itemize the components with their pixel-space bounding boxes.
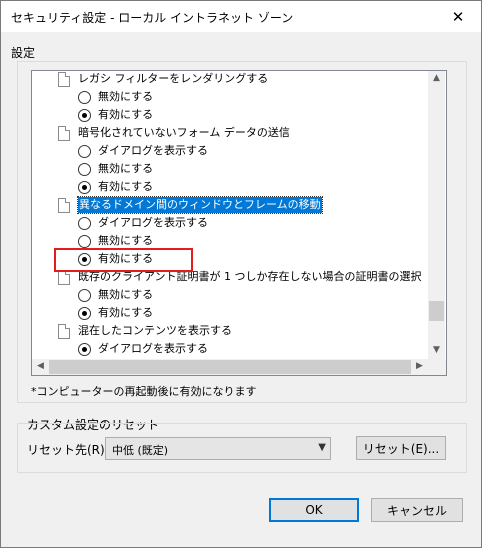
radio-button[interactable] (78, 91, 91, 104)
close-icon: ✕ (451, 7, 465, 26)
ok-button-label: OK (305, 503, 323, 517)
radio-button[interactable] (78, 181, 91, 194)
reset-button-label: リセット(E)... (362, 441, 440, 456)
setting-option[interactable]: ダイアログを表示する (32, 215, 432, 232)
radio-button[interactable] (78, 145, 91, 158)
setting-header-label: 混在したコンテンツを表示する (78, 324, 232, 337)
cancel-button[interactable]: キャンセル (371, 498, 463, 522)
reset-target-value: 中低 (既定) (112, 444, 169, 457)
settings-group-label: 設定 (11, 46, 36, 60)
radio-button[interactable] (78, 163, 91, 176)
setting-header-label: レガシ フィルターをレンダリングする (78, 72, 269, 85)
setting-option[interactable]: ダイアログを表示する (32, 143, 432, 160)
scroll-up-icon[interactable]: ▲ (428, 73, 445, 83)
document-icon (58, 270, 70, 285)
setting-option-label: 無効にする (98, 162, 154, 175)
document-icon (58, 324, 70, 339)
settings-tree[interactable]: レガシ フィルターをレンダリングする 無効にする 有効にする 暗号化されていないフォー… (31, 70, 447, 376)
title-bar: セキュリティ設定 - ローカル イントラネット ゾーン ✕ (1, 1, 481, 32)
setting-header: 暗号化されていないフォーム データの送信 (32, 125, 432, 142)
setting-header: 異なるドメイン間のウィンドウとフレームの移動 (32, 196, 432, 214)
document-icon (58, 72, 70, 87)
annotation-red-box (54, 248, 193, 272)
setting-option-label: 有効にする (98, 306, 154, 319)
radio-button[interactable] (78, 289, 91, 302)
reset-target-label: リセット先(R): (27, 443, 109, 457)
reset-button[interactable]: リセット(E)... (356, 436, 446, 460)
setting-option-label: 無効にする (98, 234, 154, 247)
scroll-right-icon[interactable]: ▶ (411, 361, 428, 371)
restart-note: *コンピューターの再起動後に有効になります (31, 385, 257, 398)
scroll-left-icon[interactable]: ◀ (32, 361, 49, 371)
setting-option-label: ダイアログを表示する (98, 342, 208, 355)
setting-header-label: 暗号化されていないフォーム データの送信 (78, 126, 290, 139)
setting-option-label: ダイアログを表示する (98, 216, 208, 229)
setting-option-label: 無効にする (98, 288, 154, 301)
scroll-down-icon[interactable]: ▼ (428, 345, 445, 355)
setting-header: レガシ フィルターをレンダリングする (32, 71, 432, 88)
document-icon (58, 126, 70, 141)
setting-option[interactable]: 有効にする (32, 179, 432, 196)
radio-button[interactable] (78, 307, 91, 320)
document-icon (58, 198, 70, 213)
horizontal-scrollbar[interactable]: ◀ ▶ (32, 359, 428, 375)
vertical-scroll-thumb[interactable] (429, 301, 444, 321)
radio-button[interactable] (78, 109, 91, 122)
setting-header-label: 異なるドメイン間のウィンドウとフレームの移動 (77, 196, 323, 214)
reset-target-select[interactable]: 中低 (既定) ▼ (105, 437, 331, 460)
radio-button[interactable] (78, 217, 91, 230)
setting-option[interactable]: 有効にする (32, 107, 432, 124)
cancel-button-label: キャンセル (386, 503, 447, 518)
setting-option-label: ダイアログを表示する (98, 144, 208, 157)
setting-option[interactable]: 有効にする (32, 305, 432, 322)
setting-option-label: 無効にする (98, 90, 154, 103)
setting-option[interactable]: 無効にする (32, 89, 432, 106)
radio-button[interactable] (78, 235, 91, 248)
setting-option-label: 有効にする (98, 180, 154, 193)
ok-button[interactable]: OK (269, 498, 359, 522)
close-button[interactable]: ✕ (435, 1, 481, 32)
radio-button[interactable] (78, 343, 91, 356)
dialog-window: セキュリティ設定 - ローカル イントラネット ゾーン ✕ 設定 レガシ フィル… (0, 0, 482, 548)
window-title: セキュリティ設定 - ローカル イントラネット ゾーン (11, 11, 294, 25)
setting-header: 混在したコンテンツを表示する (32, 323, 432, 340)
chevron-down-icon: ▼ (318, 442, 326, 453)
horizontal-scroll-thumb[interactable] (49, 360, 411, 374)
scroll-corner (428, 359, 446, 375)
setting-option[interactable]: 無効にする (32, 161, 432, 178)
setting-option[interactable]: 無効にする (32, 287, 432, 304)
vertical-scrollbar[interactable]: ▲ ▼ (428, 71, 445, 359)
setting-option-label: 有効にする (98, 108, 154, 121)
setting-option[interactable]: ダイアログを表示する (32, 341, 432, 358)
